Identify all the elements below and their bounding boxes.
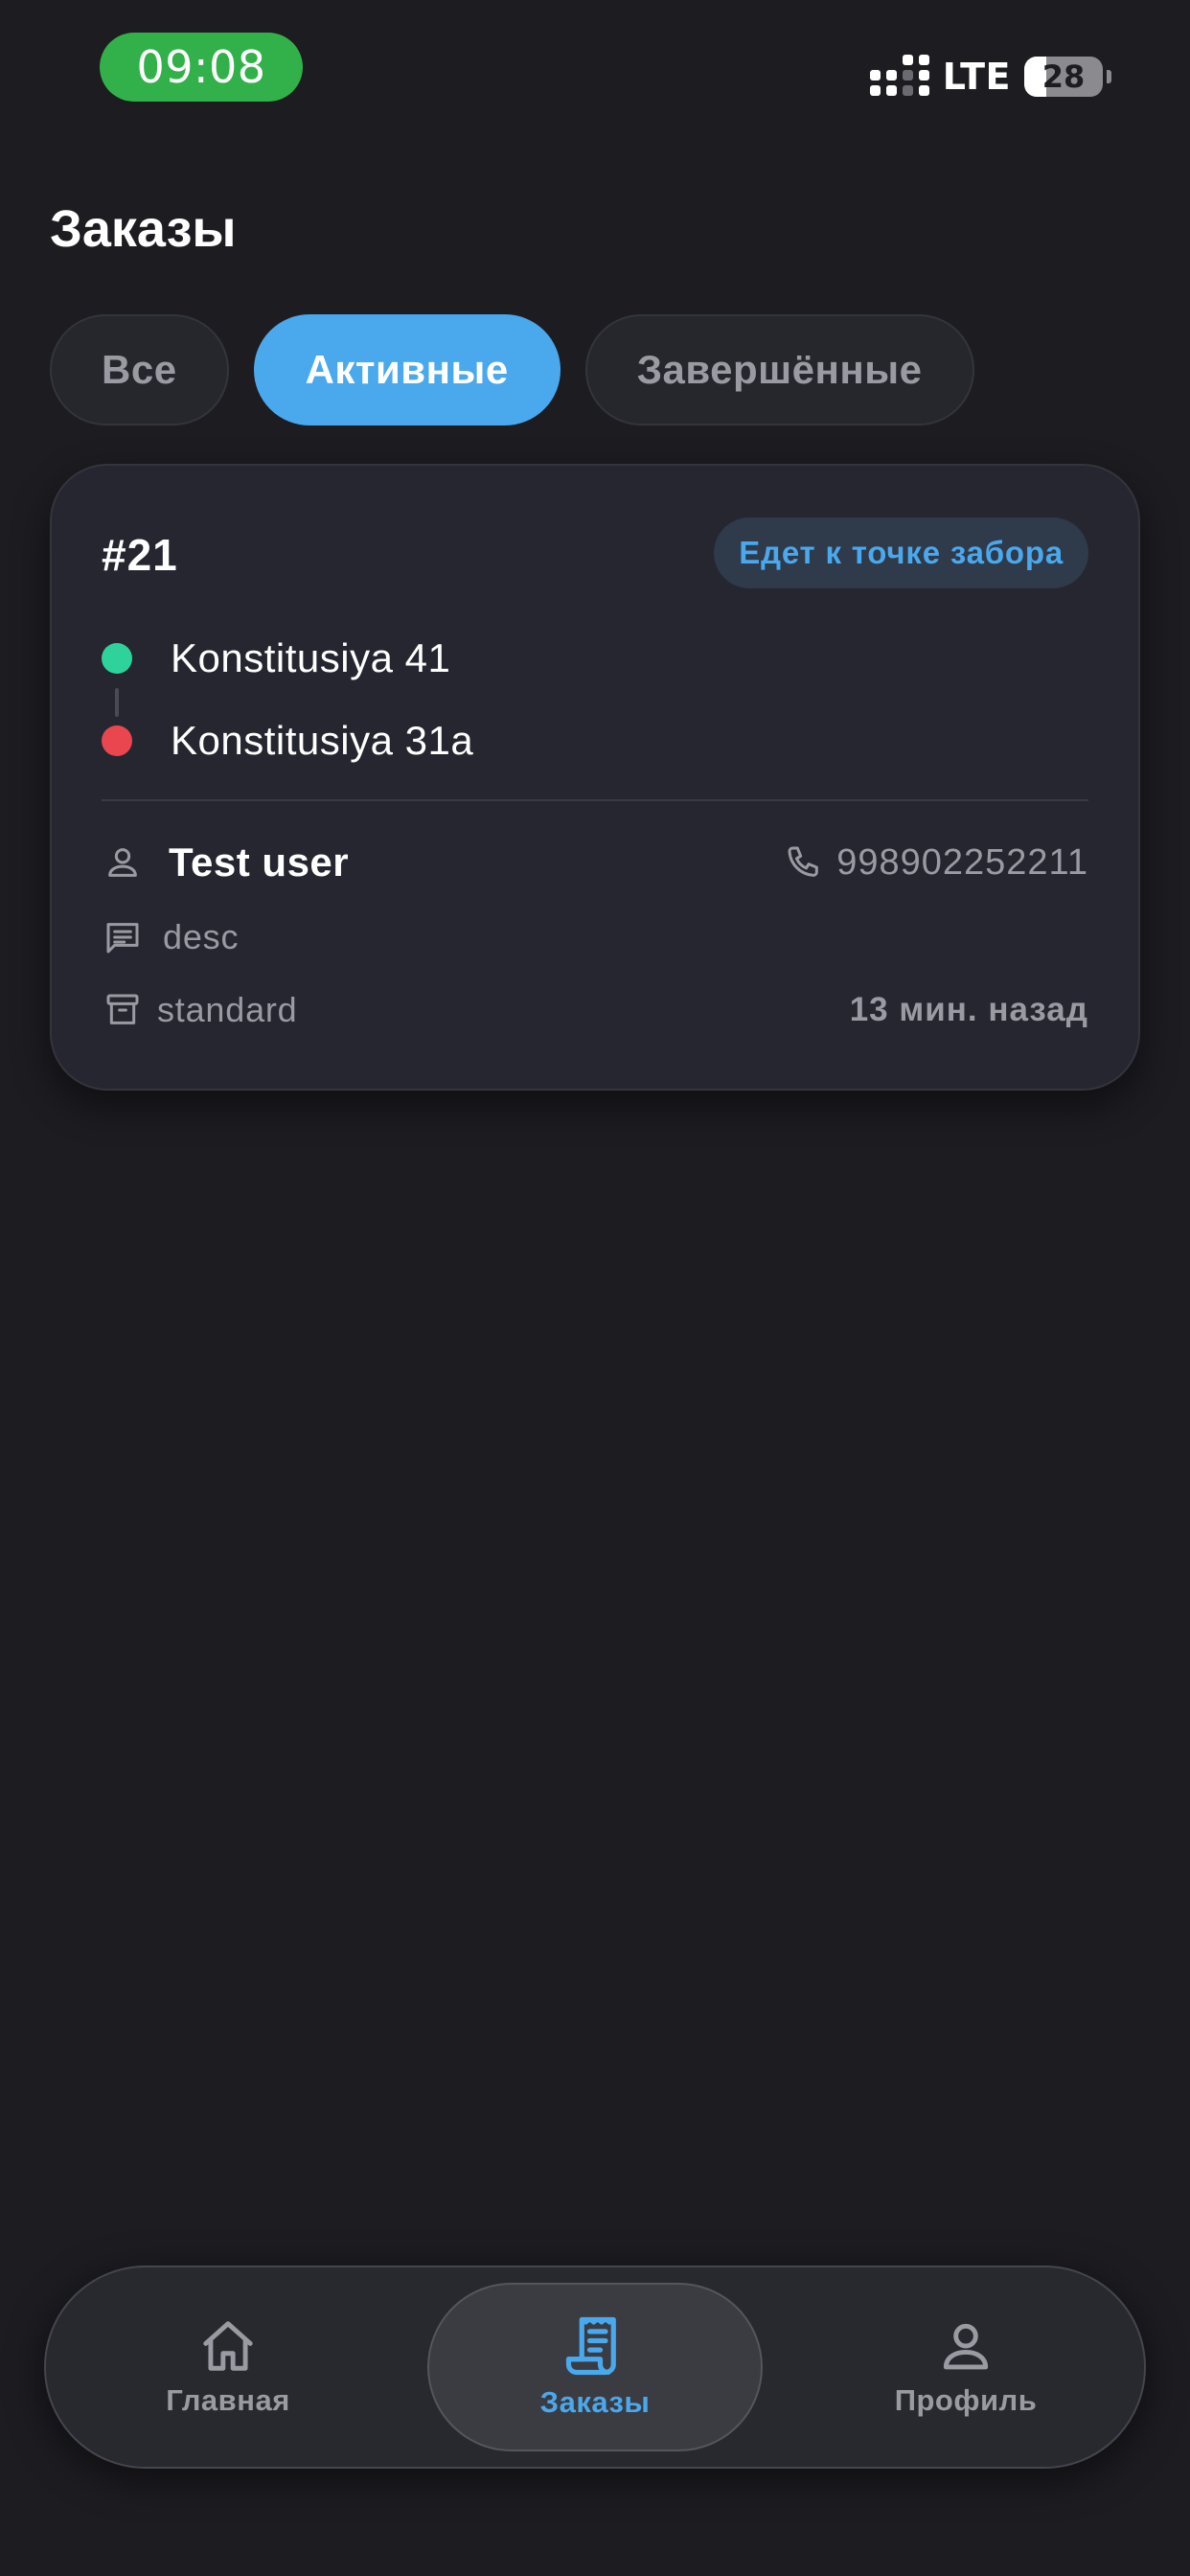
phone-number: 998902252211	[836, 841, 1088, 883]
battery-tip	[1107, 70, 1111, 83]
battery-icon: 28	[1024, 57, 1103, 97]
order-card[interactable]: #21 Едет к точке забора Konstitusiya 41 …	[50, 464, 1140, 1091]
status-indicators: LTE 28	[869, 50, 1111, 104]
home-icon	[203, 2321, 253, 2371]
pickup-dot-icon	[102, 643, 132, 674]
phone-icon	[788, 846, 819, 877]
nav-orders-label: Заказы	[539, 2385, 651, 2419]
status-time: 09:08	[100, 33, 303, 102]
pickup-row: Konstitusiya 41	[102, 617, 964, 700]
tariff-label: standard	[157, 990, 298, 1029]
tariff-row: standard 13 мин. назад	[102, 989, 1088, 1031]
order-id: #21	[102, 530, 178, 580]
description-row: desc	[102, 916, 1088, 958]
person-icon	[943, 2323, 989, 2370]
bottom-nav: Главная Заказы Профиль	[44, 2266, 1146, 2469]
phone-link[interactable]: 998902252211	[785, 842, 1088, 884]
card-divider	[102, 799, 1088, 801]
status-badge: Едет к точке забора	[714, 518, 1088, 588]
nav-home-label: Главная	[166, 2383, 290, 2417]
filter-tabs: Все Активные Завершённые	[50, 314, 974, 426]
route: Konstitusiya 41 Konstitusiya 31a	[102, 617, 964, 782]
receipt-icon	[565, 2316, 616, 2376]
customer-row: Test user 998902252211	[102, 840, 1088, 886]
nav-home[interactable]: Главная	[142, 2267, 314, 2467]
tab-active[interactable]: Активные	[253, 314, 561, 426]
orders-screen: 09:08 LTE 28 Заказы Все Активные Завершё…	[0, 0, 1190, 2576]
dropoff-dot-icon	[102, 725, 132, 756]
dropoff-row: Konstitusiya 31a	[102, 700, 964, 782]
page-title: Заказы	[50, 200, 237, 258]
nav-profile-label: Профиль	[894, 2383, 1038, 2417]
pickup-address: Konstitusiya 41	[171, 635, 451, 680]
nav-orders[interactable]: Заказы	[427, 2283, 763, 2451]
order-time: 13 мин. назад	[849, 991, 1088, 1028]
network-label: LTE	[942, 56, 1011, 98]
person-icon	[102, 841, 144, 884]
dropoff-address: Konstitusiya 31a	[171, 718, 474, 763]
tab-all[interactable]: Все	[50, 314, 229, 426]
order-description: desc	[163, 917, 240, 956]
tab-completed[interactable]: Завершённые	[584, 314, 974, 426]
customer-name: Test user	[169, 840, 350, 885]
comment-icon	[102, 916, 144, 958]
battery-level: 28	[1041, 58, 1086, 95]
archive-icon	[102, 989, 144, 1031]
nav-profile[interactable]: Профиль	[880, 2267, 1052, 2467]
signal-icon	[869, 55, 929, 96]
